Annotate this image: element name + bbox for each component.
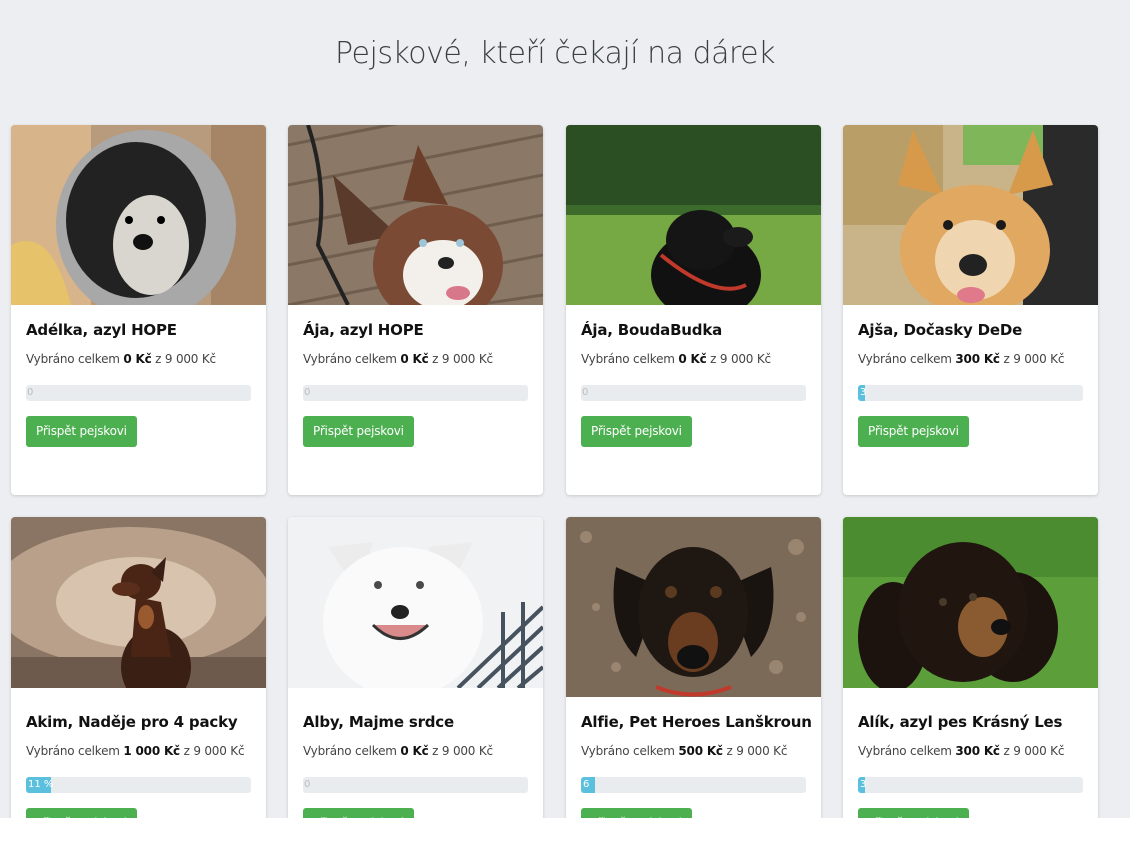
contribute-button[interactable]: Přispět pejskovi (26, 416, 137, 447)
progress-label: 0 (582, 387, 589, 398)
dog-photo[interactable] (11, 517, 266, 688)
raised-text: Vybráno celkem 300 Kč z 9 000 Kč (858, 744, 1065, 758)
contribute-button[interactable]: Přispět pejskovi (26, 808, 137, 818)
dog-photo[interactable] (843, 125, 1098, 305)
page-viewport: Pejskové, kteří čekají na dárek Adélka, … (0, 0, 1130, 818)
dog-photo[interactable] (566, 125, 821, 305)
progress-label: 3 (860, 387, 867, 398)
progress-bar: 11 % (26, 777, 251, 793)
raised-amount: 0 Kč (123, 352, 152, 366)
progress-label: 6 (583, 779, 590, 790)
progress-label: 3 (860, 779, 867, 790)
progress-label: 0 (304, 779, 311, 790)
contribute-button[interactable]: Přispět pejskovi (581, 416, 692, 447)
goal-amount: 9 000 Kč (193, 744, 245, 758)
raised-amount: 0 Kč (400, 352, 429, 366)
dog-card: Ája, BoudaBudka Vybráno celkem 0 Kč z 9 … (566, 125, 821, 495)
progress-fill: 3 (858, 385, 867, 401)
raised-amount: 300 Kč (955, 744, 1000, 758)
dog-name[interactable]: Alby, Majme srdce (303, 713, 454, 731)
dog-card: Ája, azyl HOPE Vybráno celkem 0 Kč z 9 0… (288, 125, 543, 495)
goal-amount: 9 000 Kč (441, 744, 493, 758)
dog-card: Alby, Majme srdce Vybráno celkem 0 Kč z … (288, 517, 543, 818)
dog-card: Ajša, Dočasky DeDe Vybráno celkem 300 Kč… (843, 125, 1098, 495)
page-title: Pejskové, kteří čekají na dárek (335, 36, 775, 71)
progress-bar: 0 (26, 385, 251, 401)
dog-photo[interactable] (11, 125, 266, 305)
raised-amount: 0 Kč (678, 352, 707, 366)
dog-card: Alík, azyl pes Krásný Les Vybráno celkem… (843, 517, 1098, 818)
goal-amount: 9 000 Kč (719, 352, 771, 366)
dog-card: Akim, Naděje pro 4 packy Vybráno celkem … (11, 517, 266, 818)
progress-label: 0 (27, 387, 34, 398)
dog-name[interactable]: Ája, BoudaBudka (581, 321, 722, 339)
raised-amount: 1 000 Kč (123, 744, 180, 758)
raised-text: Vybráno celkem 0 Kč z 9 000 Kč (581, 352, 771, 366)
dog-name[interactable]: Ajša, Dočasky DeDe (858, 321, 1022, 339)
dog-photo[interactable] (288, 125, 543, 305)
dog-name[interactable]: Akim, Naděje pro 4 packy (26, 713, 238, 731)
progress-label: 0 (304, 387, 311, 398)
raised-text: Vybráno celkem 1 000 Kč z 9 000 Kč (26, 744, 245, 758)
contribute-button[interactable]: Přispět pejskovi (303, 416, 414, 447)
dog-name[interactable]: Alík, azyl pes Krásný Les (858, 713, 1062, 731)
dog-photo[interactable] (288, 517, 543, 688)
raised-text: Vybráno celkem 0 Kč z 9 000 Kč (26, 352, 216, 366)
goal-amount: 9 000 Kč (736, 744, 788, 758)
dog-card: Adélka, azyl HOPE Vybráno celkem 0 Kč z … (11, 125, 266, 495)
contribute-button[interactable]: Přispět pejskovi (858, 416, 969, 447)
progress-bar: 3 (858, 777, 1083, 793)
dog-photo[interactable] (843, 517, 1098, 688)
progress-fill: 6 (581, 777, 595, 793)
dog-card: Alfie, Pet Heroes Lanškroun Vybráno celk… (566, 517, 821, 818)
dog-name[interactable]: Ája, azyl HOPE (303, 321, 424, 339)
raised-text: Vybráno celkem 300 Kč z 9 000 Kč (858, 352, 1065, 366)
contribute-button[interactable]: Přispět pejskovi (581, 808, 692, 818)
progress-bar: 0 (303, 777, 528, 793)
raised-amount: 300 Kč (955, 352, 1000, 366)
raised-text: Vybráno celkem 0 Kč z 9 000 Kč (303, 744, 493, 758)
progress-label: 11 % (28, 779, 54, 790)
progress-bar: 0 (303, 385, 528, 401)
raised-text: Vybráno celkem 500 Kč z 9 000 Kč (581, 744, 788, 758)
raised-amount: 500 Kč (678, 744, 723, 758)
progress-bar: 3 (858, 385, 1083, 401)
raised-text: Vybráno celkem 0 Kč z 9 000 Kč (303, 352, 493, 366)
progress-fill: 11 % (26, 777, 54, 793)
contribute-button[interactable]: Přispět pejskovi (858, 808, 969, 818)
raised-amount: 0 Kč (400, 744, 429, 758)
progress-bar: 0 (581, 385, 806, 401)
progress-fill: 3 (858, 777, 867, 793)
dog-photo[interactable] (566, 517, 821, 697)
progress-bar: 6 (581, 777, 806, 793)
goal-amount: 9 000 Kč (164, 352, 216, 366)
dog-name[interactable]: Adélka, azyl HOPE (26, 321, 177, 339)
goal-amount: 9 000 Kč (1013, 744, 1065, 758)
dog-name[interactable]: Alfie, Pet Heroes Lanškroun (581, 713, 812, 731)
goal-amount: 9 000 Kč (1013, 352, 1065, 366)
contribute-button[interactable]: Přispět pejskovi (303, 808, 414, 818)
goal-amount: 9 000 Kč (441, 352, 493, 366)
